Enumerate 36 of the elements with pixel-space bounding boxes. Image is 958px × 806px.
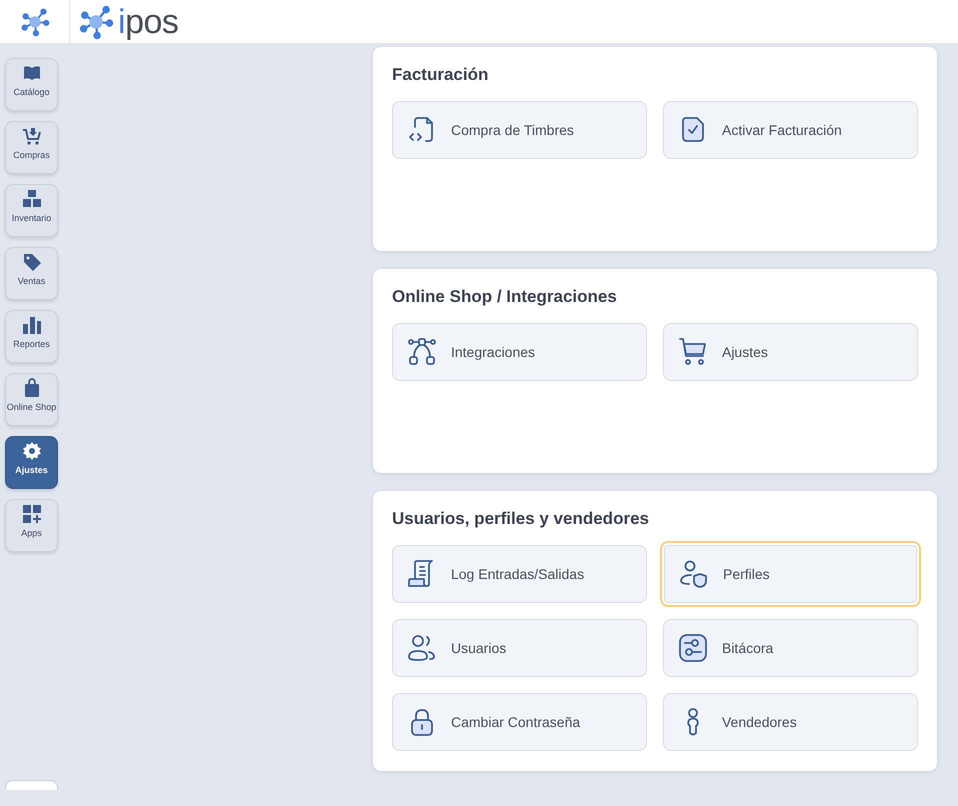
settings-tile[interactable]: Perfiles [660, 541, 921, 608]
settings-tile[interactable]: Bitácora [662, 619, 918, 678]
sidebar-button[interactable]: Ajustes [5, 436, 58, 489]
user-shield-icon [678, 559, 709, 590]
settings-tile[interactable]: Usuarios [392, 619, 647, 678]
cart-icon [22, 126, 42, 146]
brand-name[interactable]: ipos [118, 4, 178, 38]
logo-icon[interactable] [20, 6, 50, 36]
bar-chart-icon [22, 315, 42, 335]
apps-icon [22, 504, 42, 524]
sidebar-button[interactable]: Inventario [5, 184, 58, 237]
cart-icon [678, 337, 708, 368]
sidebar-button[interactable]: Reportes [5, 310, 58, 363]
logo-icon[interactable] [78, 4, 114, 40]
settings-tile[interactable]: Vendedores [662, 693, 918, 752]
section-title: Facturación [392, 65, 490, 86]
settings-icon [22, 441, 42, 461]
sidebar-button[interactable]: Online Shop [5, 373, 58, 426]
section-title: Usuarios, perfiles y vendedores [392, 509, 650, 530]
settings-tile[interactable]: Compra de Timbres [392, 101, 647, 160]
settings-tile[interactable]: Cambiar Contraseña [392, 693, 647, 752]
boxes-icon [22, 189, 42, 209]
book-icon [22, 63, 42, 83]
sidebar-button[interactable]: Catálogo [5, 58, 58, 111]
settings-tile[interactable]: Activar Facturación [662, 101, 918, 160]
users-icon [406, 633, 437, 664]
nodes-icon [406, 337, 437, 368]
settings-tile[interactable]: Log Entradas/Salidas [392, 545, 647, 604]
settings-tile[interactable]: Ajustes [662, 323, 918, 382]
settings-tile[interactable]: Integraciones [392, 323, 647, 382]
sidebar-button[interactable]: Apps [5, 499, 58, 552]
toggle-panel-icon [678, 633, 708, 664]
tag-icon [22, 252, 42, 272]
sidebar-button[interactable]: Compras [5, 121, 58, 174]
sidebar-button[interactable]: Ventas [5, 247, 58, 300]
section-title: Online Shop / Integraciones [392, 287, 618, 308]
